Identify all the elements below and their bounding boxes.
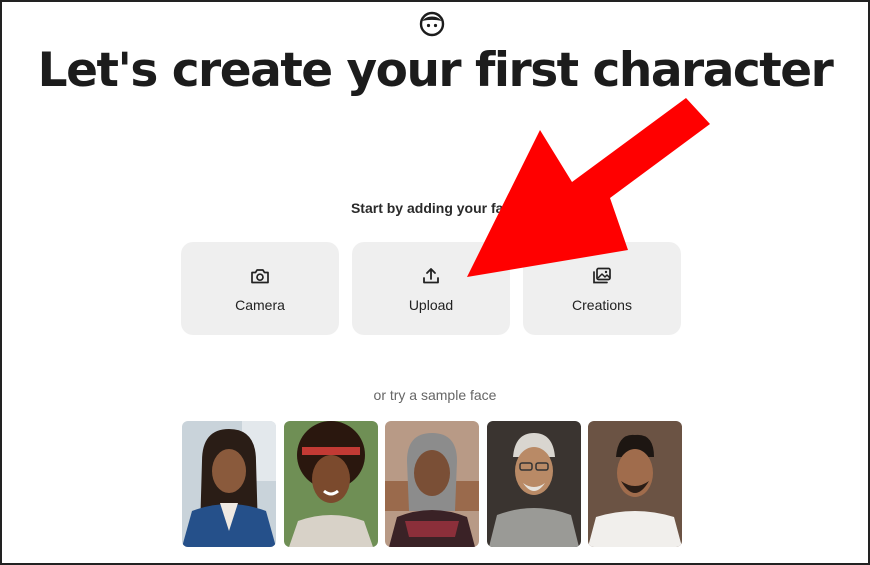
- sample-face-1[interactable]: [182, 421, 276, 547]
- creations-label: Creations: [572, 297, 632, 313]
- page-frame: Let's create your first character Start …: [0, 0, 870, 565]
- smiley-face-icon: [419, 11, 445, 37]
- sample-face-5[interactable]: [588, 421, 682, 547]
- camera-button[interactable]: Camera: [181, 242, 339, 335]
- subtitle: Start by adding your face: [350, 200, 520, 216]
- page-title: Let's create your first character: [37, 43, 834, 98]
- creations-button[interactable]: Creations: [523, 242, 681, 335]
- sample-face-2[interactable]: [284, 421, 378, 547]
- upload-label: Upload: [408, 297, 454, 313]
- camera-icon: [251, 269, 269, 284]
- sample-face-4[interactable]: [487, 421, 581, 547]
- sample-face-label: or try a sample face: [373, 387, 497, 403]
- upload-button[interactable]: Upload: [352, 242, 510, 335]
- gallery-icon: [593, 267, 611, 284]
- sample-face-3[interactable]: [385, 421, 479, 547]
- camera-label: Camera: [235, 297, 285, 313]
- upload-icon: [423, 268, 439, 284]
